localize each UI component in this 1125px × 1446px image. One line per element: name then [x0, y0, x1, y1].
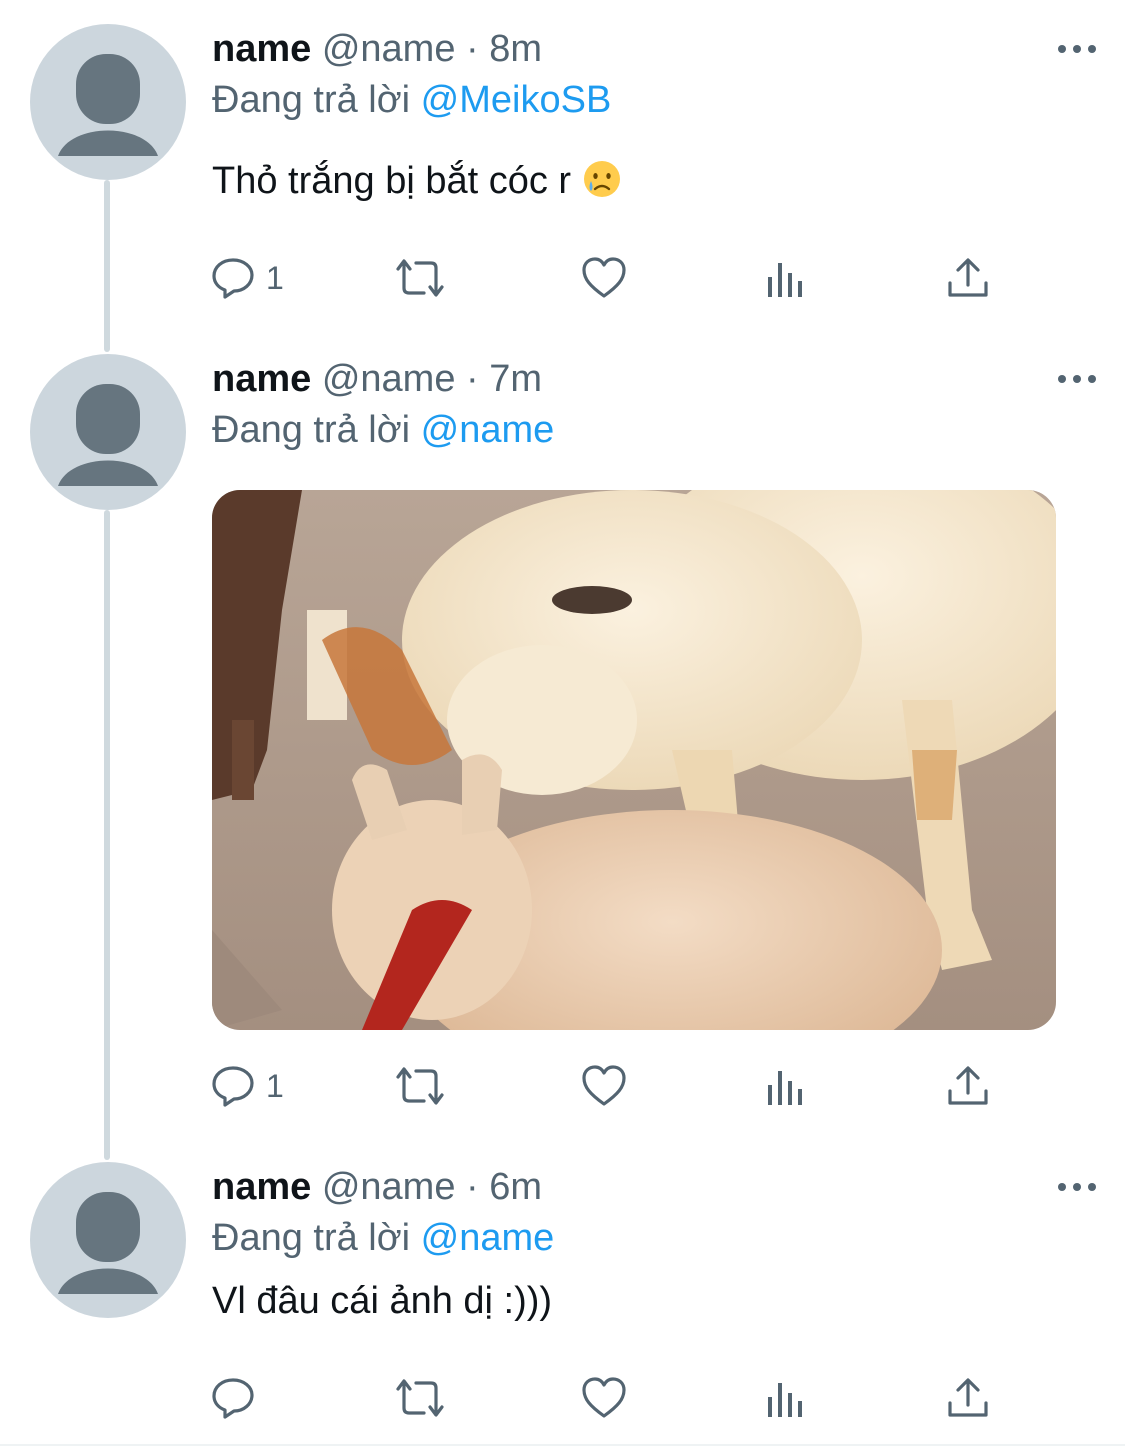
- alpaca-rabbit-photo: [212, 490, 1056, 1030]
- crying-face-emoji: [582, 159, 622, 212]
- replying-to: Đang trả lời @name: [212, 1212, 1082, 1264]
- default-avatar-icon: [58, 1192, 158, 1294]
- reply-button[interactable]: 1: [210, 1056, 284, 1116]
- share-button[interactable]: [946, 1368, 990, 1428]
- tweet-actions: [210, 1368, 1010, 1428]
- separator-dot: ·: [466, 28, 479, 70]
- conversation-thread: name @name · 8m Đang trả lời @MeikoSB Th…: [0, 0, 1125, 1446]
- tweet-body: name @name · 6m Đang trả lời @name Vl đâ…: [212, 1162, 1082, 1326]
- reply-icon: [212, 1378, 254, 1419]
- heart-icon: [582, 1377, 626, 1418]
- more-options-button[interactable]: [1047, 354, 1107, 404]
- analytics-button[interactable]: [764, 1056, 808, 1116]
- retweet-button[interactable]: [390, 1368, 450, 1428]
- default-avatar-icon: [58, 54, 158, 156]
- analytics-icon: [768, 1071, 802, 1105]
- tweet-header: name @name · 6m: [212, 1162, 1082, 1212]
- heart-icon: [582, 1065, 626, 1106]
- user-handle[interactable]: @name: [322, 28, 456, 70]
- timestamp[interactable]: 8m: [489, 28, 542, 70]
- avatar[interactable]: [30, 24, 186, 180]
- reply-button[interactable]: 1: [210, 248, 284, 308]
- share-icon: [948, 1066, 988, 1105]
- replying-to-label: Đang trả lời: [212, 1217, 411, 1259]
- tweet[interactable]: name @name · 7m Đang trả lời @name 1: [0, 330, 1125, 1138]
- replying-to-label: Đang trả lời: [212, 79, 411, 121]
- tweet-text-content: Thỏ trắng bị bắt cóc r: [212, 160, 572, 202]
- tweet-body: name @name · 8m Đang trả lời @MeikoSB Th…: [212, 24, 1082, 212]
- tweet-media-photo[interactable]: [212, 490, 1056, 1030]
- mention-link[interactable]: @name: [421, 1217, 555, 1259]
- like-button[interactable]: [580, 1056, 628, 1116]
- like-button[interactable]: [580, 248, 628, 308]
- user-handle[interactable]: @name: [322, 1166, 456, 1208]
- avatar[interactable]: [30, 354, 186, 510]
- like-button[interactable]: [580, 1368, 628, 1428]
- display-name[interactable]: name: [212, 28, 311, 70]
- user-handle[interactable]: @name: [322, 358, 456, 400]
- tweet[interactable]: name @name · 8m Đang trả lời @MeikoSB Th…: [0, 0, 1125, 330]
- share-button[interactable]: [946, 1056, 990, 1116]
- timestamp[interactable]: 7m: [489, 358, 542, 400]
- tweet-actions: 1: [210, 248, 1010, 308]
- display-name[interactable]: name: [212, 358, 311, 400]
- analytics-icon: [768, 1383, 802, 1417]
- mention-link[interactable]: @name: [421, 409, 555, 451]
- replying-to-label: Đang trả lời: [212, 409, 411, 451]
- more-horizontal-icon: [1058, 45, 1096, 53]
- heart-icon: [582, 257, 626, 298]
- reply-count: 1: [266, 1067, 284, 1104]
- share-icon: [948, 258, 988, 297]
- retweet-button[interactable]: [390, 248, 450, 308]
- avatar[interactable]: [30, 1162, 186, 1318]
- reply-icon: [212, 1066, 254, 1107]
- separator-dot: ·: [466, 1166, 479, 1208]
- more-horizontal-icon: [1058, 375, 1096, 383]
- tweet-text: Vl đâu cái ảnh dị :))): [212, 1280, 553, 1322]
- timestamp[interactable]: 6m: [489, 1166, 542, 1208]
- reply-button[interactable]: [210, 1368, 266, 1428]
- analytics-button[interactable]: [764, 248, 808, 308]
- retweet-icon: [396, 1379, 444, 1417]
- share-icon: [948, 1378, 988, 1417]
- reply-icon: [212, 258, 254, 299]
- tweet-header: name @name · 7m: [212, 354, 1082, 404]
- analytics-icon: [768, 263, 802, 297]
- tweet[interactable]: name @name · 6m Đang trả lời @name Vl đâ…: [0, 1138, 1125, 1446]
- more-options-button[interactable]: [1047, 1162, 1107, 1212]
- replying-to: Đang trả lời @MeikoSB: [212, 74, 1082, 126]
- retweet-icon: [396, 259, 444, 297]
- more-horizontal-icon: [1058, 1183, 1096, 1191]
- mention-link[interactable]: @MeikoSB: [421, 79, 612, 121]
- more-options-button[interactable]: [1047, 24, 1107, 74]
- tweet-actions: 1: [210, 1056, 1010, 1116]
- tweet-text: Thỏ trắng bị bắt cóc r: [212, 156, 1082, 212]
- separator-dot: ·: [466, 358, 479, 400]
- default-avatar-icon: [58, 384, 158, 486]
- share-button[interactable]: [946, 248, 990, 308]
- retweet-button[interactable]: [390, 1056, 450, 1116]
- retweet-icon: [396, 1067, 444, 1105]
- analytics-button[interactable]: [764, 1368, 808, 1428]
- reply-count: 1: [266, 259, 284, 296]
- tweet-body: name @name · 7m Đang trả lời @name: [212, 354, 1082, 1030]
- tweet-header: name @name · 8m: [212, 24, 1082, 74]
- display-name[interactable]: name: [212, 1166, 311, 1208]
- replying-to: Đang trả lời @name: [212, 404, 1082, 456]
